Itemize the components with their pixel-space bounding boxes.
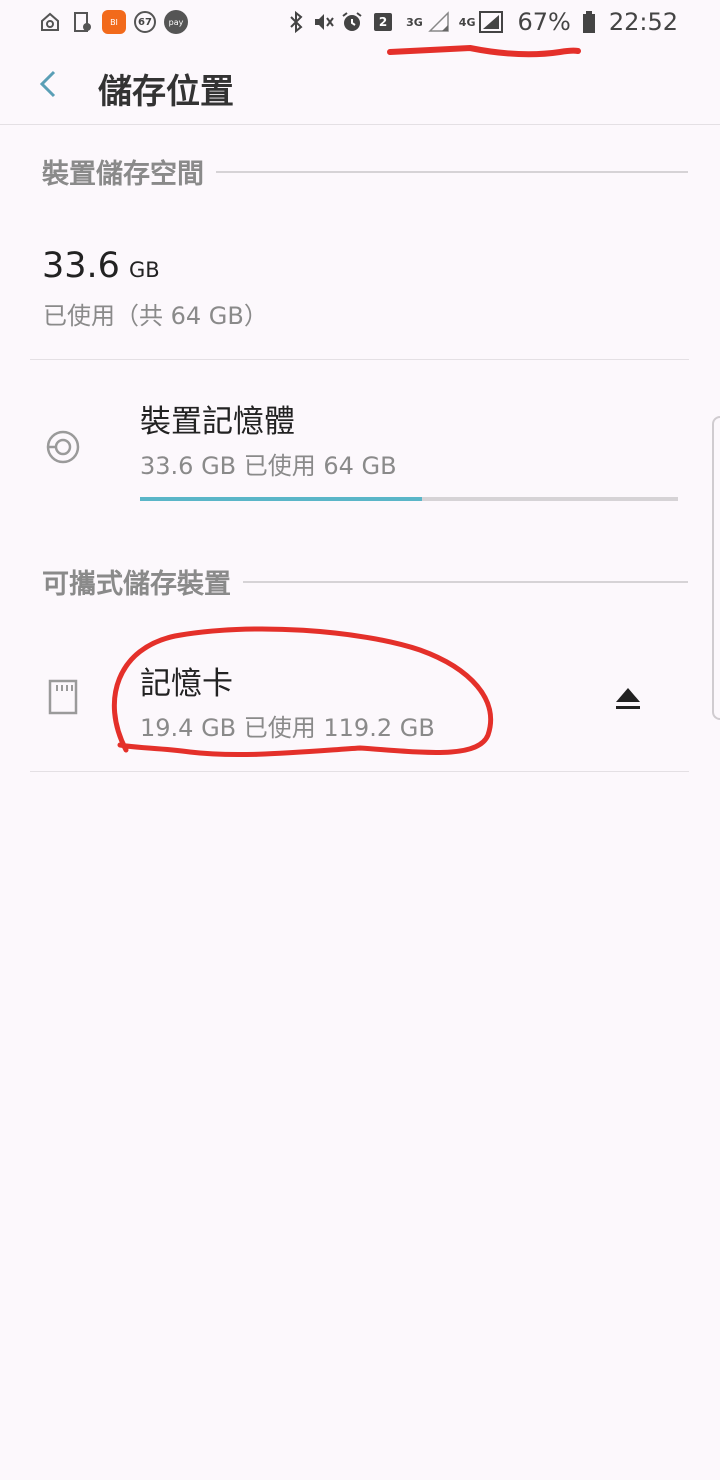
mute-icon — [312, 10, 336, 34]
section-header-line — [243, 580, 688, 583]
file-icon — [70, 10, 94, 34]
home-app-icon — [38, 10, 62, 34]
pay-icon: pay — [164, 10, 188, 34]
counter-badge-icon: 67 — [134, 11, 156, 33]
page-title: 儲存位置 — [98, 72, 234, 112]
section-header-line — [216, 170, 688, 173]
battery-percent: 67% — [517, 8, 571, 36]
device-memory-subtitle: 33.6 GB 已使用 64 GB — [140, 452, 397, 480]
storage-used-summary: 33.6 GB — [42, 246, 160, 286]
signal-3g-icon — [427, 10, 451, 34]
section-header-label: 可攜式儲存裝置 — [42, 569, 231, 600]
sd-card-subtitle: 19.4 GB 已使用 119.2 GB — [140, 714, 435, 742]
chevron-left-icon — [39, 70, 56, 98]
device-memory-progress — [140, 497, 678, 501]
clock-time: 22:52 — [608, 8, 678, 36]
divider — [30, 359, 689, 360]
divider — [30, 771, 689, 772]
app-badge-icon: BI — [102, 10, 126, 34]
app-bar: 儲存位置 — [0, 48, 720, 124]
used-value: 33.6 — [42, 246, 120, 286]
notification-count-icon: 2 — [374, 13, 393, 31]
eject-icon — [616, 688, 640, 709]
alarm-icon — [340, 10, 364, 34]
device-memory-title: 裝置記憶體 — [140, 404, 295, 440]
signal-4g-icon — [479, 10, 504, 34]
portable-storage-section-header: 可攜式儲存裝置 — [42, 562, 688, 601]
status-bar: BI 67 pay 2 3G 4G 67% 22:52 — [0, 0, 720, 48]
system-icons: 2 3G 4G 67% 22:52 — [284, 8, 678, 36]
network-4g-label: 4G — [458, 15, 476, 29]
used-total-text: 已使用（共 64 GB） — [43, 302, 268, 330]
app-bar-divider — [0, 124, 720, 125]
notification-icons: BI 67 pay — [38, 10, 188, 34]
eject-button[interactable] — [608, 678, 648, 718]
device-memory-progress-fill — [140, 497, 423, 501]
sd-card-title: 記憶卡 — [140, 666, 233, 702]
network-3g-label: 3G — [406, 15, 423, 29]
sd-card-icon — [46, 678, 80, 716]
bluetooth-icon — [284, 10, 308, 34]
edge-panel-handle[interactable] — [712, 416, 720, 720]
battery-icon — [577, 10, 601, 34]
back-button[interactable] — [28, 62, 68, 106]
storage-disk-icon — [44, 428, 82, 466]
used-unit: GB — [129, 258, 160, 282]
device-storage-section-header: 裝置儲存空間 — [42, 152, 688, 191]
section-header-label: 裝置儲存空間 — [42, 159, 204, 190]
